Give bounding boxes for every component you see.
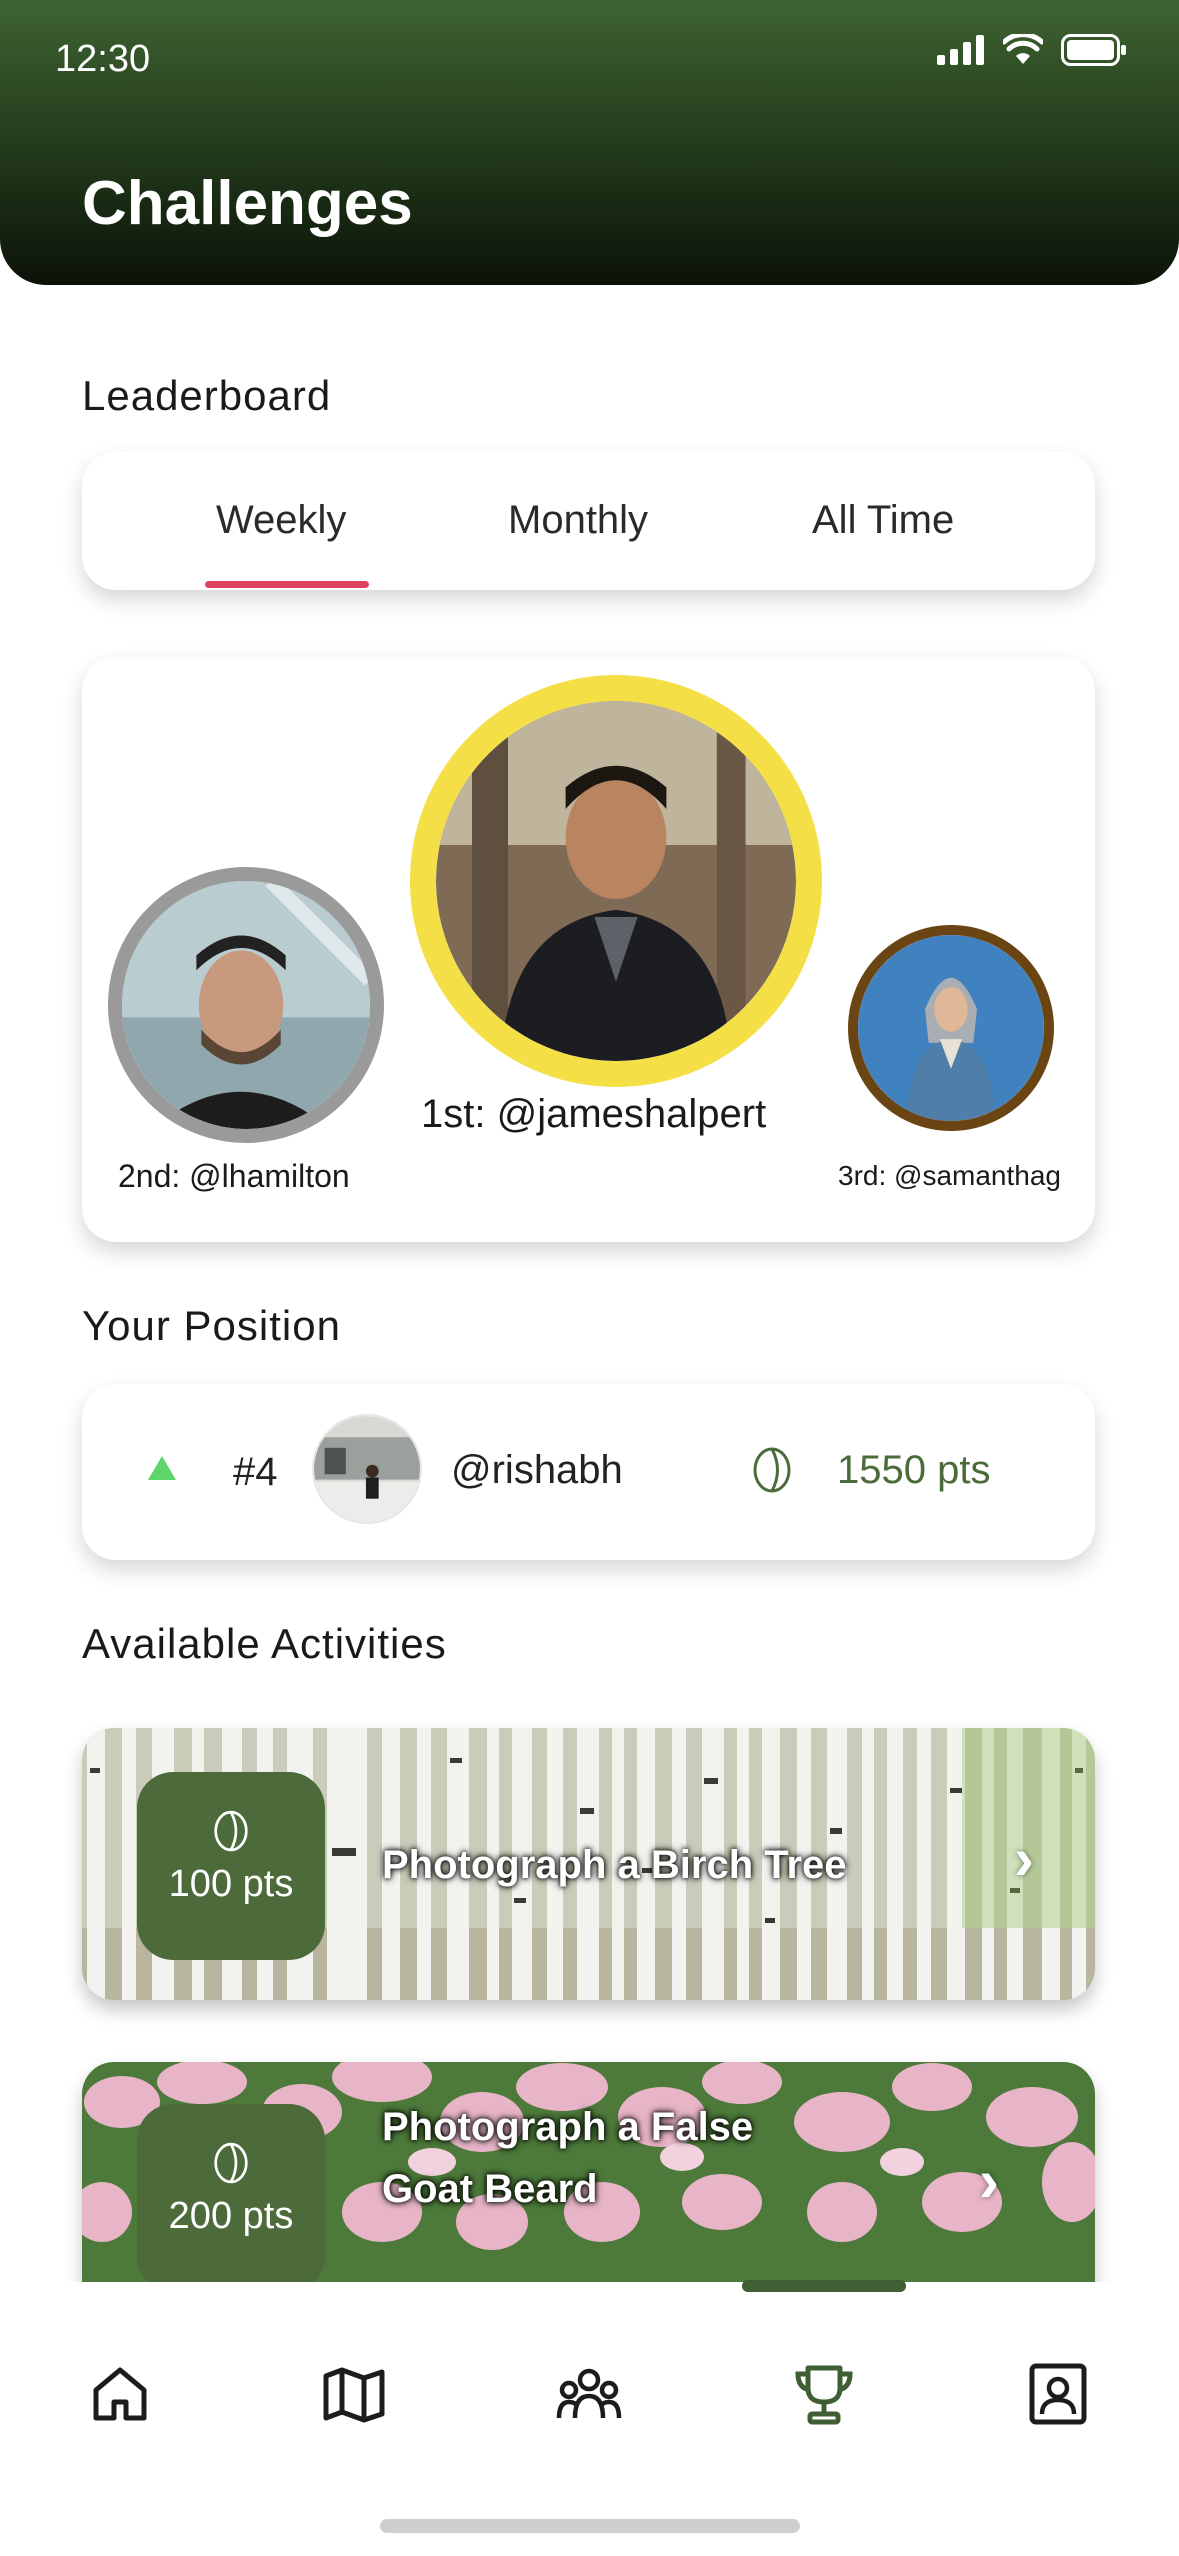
second-place-avatar[interactable] [108, 867, 384, 1143]
third-place-name: 3rd: @samanthag [838, 1160, 1061, 1191]
active-tab-indicator [205, 581, 369, 588]
tab-monthly[interactable]: Monthly [508, 498, 648, 543]
activity-title-line-2: Goat Beard [382, 2167, 598, 2211]
your-position-heading: Your Position [82, 1302, 341, 1349]
status-icons [937, 34, 1127, 66]
coin-icon [214, 1810, 248, 1852]
activity-title-line-1: Photograph a False [382, 2105, 754, 2149]
battery-icon [1061, 34, 1126, 66]
avatar-photo [858, 935, 1044, 1121]
tab-all-time[interactable]: All Time [812, 498, 954, 543]
avatar-photo [122, 881, 370, 1129]
activity-card-false-goat-beard[interactable]: 200 pts Photograph a False Goat Beard › [82, 2062, 1095, 2282]
trend-up-icon [148, 1456, 176, 1480]
activity-title: Photograph a False Goat Beard [382, 2096, 753, 2220]
avatar-photo [436, 701, 796, 1061]
status-time: 12:30 [55, 38, 151, 80]
tab-weekly[interactable]: Weekly [216, 498, 346, 543]
community-icon[interactable] [555, 2360, 623, 2428]
first-place-avatar[interactable] [410, 675, 822, 1087]
user-points: 1550 pts [837, 1448, 991, 1492]
avatar-photo [314, 1416, 420, 1522]
wifi-icon [1003, 34, 1043, 64]
home-indicator[interactable] [380, 2519, 800, 2533]
points-badge: 100 pts [137, 1772, 325, 1960]
map-icon[interactable] [320, 2360, 388, 2428]
active-nav-indicator [742, 2280, 906, 2292]
username: @rishabh [451, 1448, 623, 1492]
activities-heading: Available Activities [82, 1620, 447, 1667]
leaderboard-heading: Leaderboard [82, 372, 332, 419]
points-value: 200 pts [168, 2195, 294, 2237]
activity-card-birch-tree[interactable]: 100 pts Photograph a Birch Tree › [82, 1728, 1095, 2000]
profile-icon[interactable] [1024, 2360, 1092, 2428]
trophy-icon[interactable] [790, 2360, 858, 2428]
points-badge: 200 pts [137, 2104, 325, 2282]
points-value: 100 pts [168, 1863, 294, 1905]
header: 12:30 Challenges [0, 0, 1179, 285]
rank-number: #4 [233, 1450, 278, 1494]
user-avatar[interactable] [312, 1414, 422, 1524]
chevron-right-icon[interactable]: › [979, 2146, 999, 2215]
second-place-name: 2nd: @lhamilton [118, 1158, 350, 1194]
chevron-right-icon[interactable]: › [1014, 1824, 1034, 1893]
first-place-name: 1st: @jameshalpert [421, 1092, 767, 1136]
coin-icon [214, 2142, 248, 2184]
home-icon[interactable] [86, 2360, 154, 2428]
third-place-avatar[interactable] [848, 925, 1054, 1131]
page-title: Challenges [82, 169, 413, 238]
activity-title: Photograph a Birch Tree [382, 1843, 847, 1887]
coin-icon [753, 1447, 791, 1493]
cellular-signal-icon [937, 35, 984, 65]
